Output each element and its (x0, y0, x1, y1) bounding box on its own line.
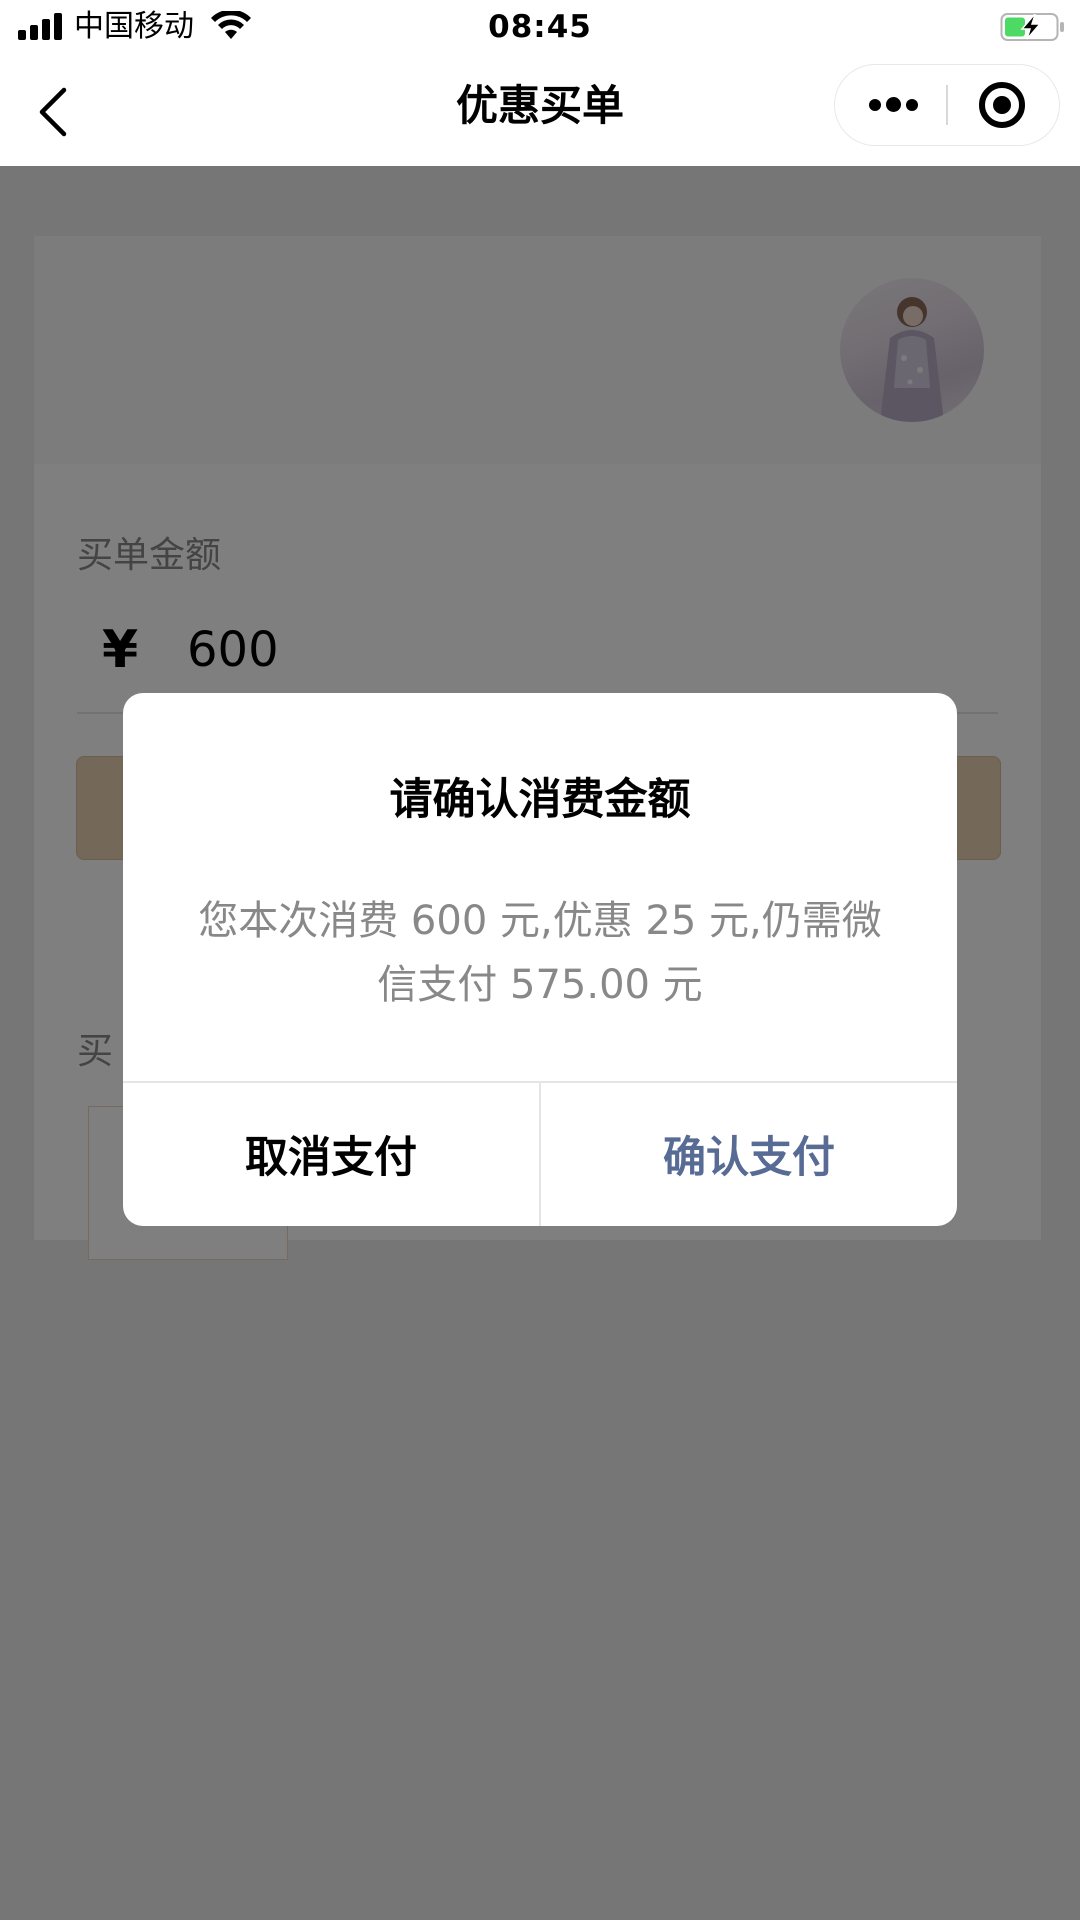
cancel-payment-button[interactable]: 取消支付 (123, 1082, 539, 1226)
dialog-title: 请确认消费金额 (389, 775, 691, 825)
battery-charging-icon (1000, 13, 1064, 41)
nav-bar: 优惠买单 (0, 54, 1080, 166)
mini-program-capsule (834, 64, 1060, 146)
clock: 08:45 (488, 9, 592, 45)
confirm-dialog: 请确认消费金额 您本次消费 600 元,优惠 25 元,仍需微信支付 575.0… (123, 693, 957, 1226)
close-mini-program-icon[interactable] (947, 65, 1059, 145)
dialog-message: 您本次消费 600 元,优惠 25 元,仍需微信支付 575.00 元 (198, 898, 882, 1008)
more-icon[interactable] (835, 65, 947, 145)
status-bar: 中国移动 08:45 (0, 0, 1080, 54)
confirm-payment-button[interactable]: 确认支付 (541, 1082, 957, 1226)
